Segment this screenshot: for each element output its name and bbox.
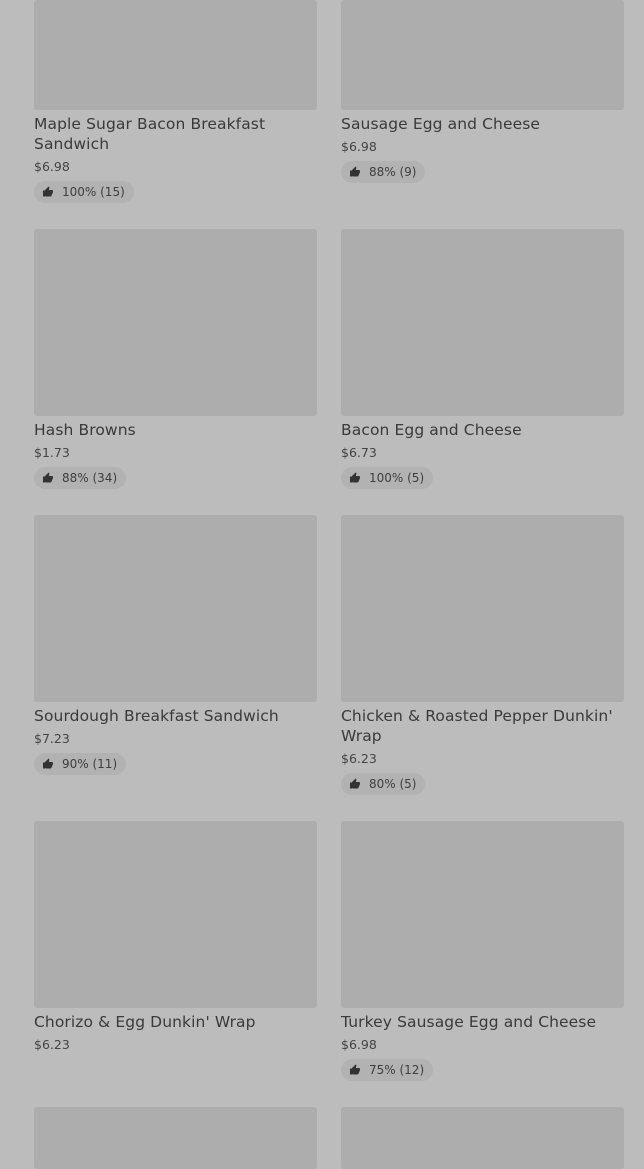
item-price: $6.98 [341, 139, 377, 154]
rating-text: 75% (12) [369, 1063, 425, 1077]
item-name: Chorizo & Egg Dunkin' Wrap [34, 1013, 256, 1031]
menu-item-card[interactable]: Bacon Egg and Cheese $6.73 100% (5) [341, 229, 624, 491]
rating-text: 100% (5) [369, 471, 425, 485]
item-image[interactable] [34, 515, 317, 702]
thumbs-up-icon [43, 758, 53, 769]
item-price: $6.23 [341, 751, 377, 766]
rating-badge: 88% (9) [341, 161, 426, 183]
rating-badge: 90% (11) [34, 753, 127, 775]
thumbs-up-icon [350, 1064, 360, 1075]
thumbs-up-icon [350, 472, 360, 483]
thumbs-up-icon [350, 166, 360, 177]
item-price: $7.23 [34, 731, 70, 746]
menu-item-card[interactable]: Sourdough Breakfast Sandwich $7.23 90% (… [34, 515, 317, 777]
item-price: $6.98 [34, 159, 70, 174]
item-price: $6.73 [341, 445, 377, 460]
item-image[interactable] [34, 229, 317, 416]
thumbs-up-icon [43, 186, 53, 197]
item-price: $6.23 [34, 1037, 70, 1052]
item-image[interactable] [341, 821, 624, 1008]
rating-text: 88% (9) [369, 165, 417, 179]
menu-item-card[interactable]: Maple Sugar Bacon Breakfast Sandwich $6.… [34, 0, 317, 205]
item-name: Chicken & Roasted Pepper Dunkin' Wrap [341, 707, 613, 745]
rating-badge: 88% (34) [34, 467, 127, 489]
menu-page: { "items": [ {"name": "Maple Sugar Bacon… [0, 0, 644, 1169]
menu-item-card[interactable] [341, 1107, 624, 1169]
item-name: Hash Browns [34, 421, 136, 439]
thumbs-up-icon [43, 472, 53, 483]
item-name: Maple Sugar Bacon Breakfast Sandwich [34, 115, 266, 153]
menu-item-card[interactable]: Sausage Egg and Cheese $6.98 88% (9) [341, 0, 624, 185]
rating-badge: 100% (5) [341, 467, 434, 489]
item-name: Bacon Egg and Cheese [341, 421, 522, 439]
item-image[interactable] [341, 229, 624, 416]
menu-item-card[interactable]: Hash Browns $1.73 88% (34) [34, 229, 317, 491]
item-image[interactable] [341, 515, 624, 702]
item-name: Turkey Sausage Egg and Cheese [341, 1013, 597, 1031]
menu-item-card[interactable]: Chorizo & Egg Dunkin' Wrap $6.23 [34, 821, 317, 1061]
item-name: Sausage Egg and Cheese [341, 115, 541, 133]
item-image[interactable] [341, 1107, 624, 1169]
item-name: Sourdough Breakfast Sandwich [34, 707, 279, 725]
rating-text: 80% (5) [369, 777, 417, 791]
item-image[interactable] [34, 821, 317, 1008]
rating-text: 100% (15) [62, 185, 125, 199]
rating-badge: 80% (5) [341, 773, 426, 795]
item-image[interactable] [341, 0, 624, 110]
thumbs-up-icon [350, 778, 360, 789]
menu-item-card[interactable]: Turkey Sausage Egg and Cheese $6.98 75% … [341, 821, 624, 1083]
item-price: $1.73 [34, 445, 70, 460]
rating-badge: 75% (12) [341, 1059, 434, 1081]
menu-item-card[interactable]: Chicken & Roasted Pepper Dunkin' Wrap $6… [341, 515, 624, 797]
item-image[interactable] [34, 1107, 317, 1169]
rating-text: 88% (34) [62, 471, 118, 485]
item-image[interactable] [34, 0, 317, 110]
rating-badge: 100% (15) [34, 181, 134, 203]
item-price: $6.98 [341, 1037, 377, 1052]
menu-item-card[interactable] [34, 1107, 317, 1169]
rating-text: 90% (11) [62, 757, 118, 771]
